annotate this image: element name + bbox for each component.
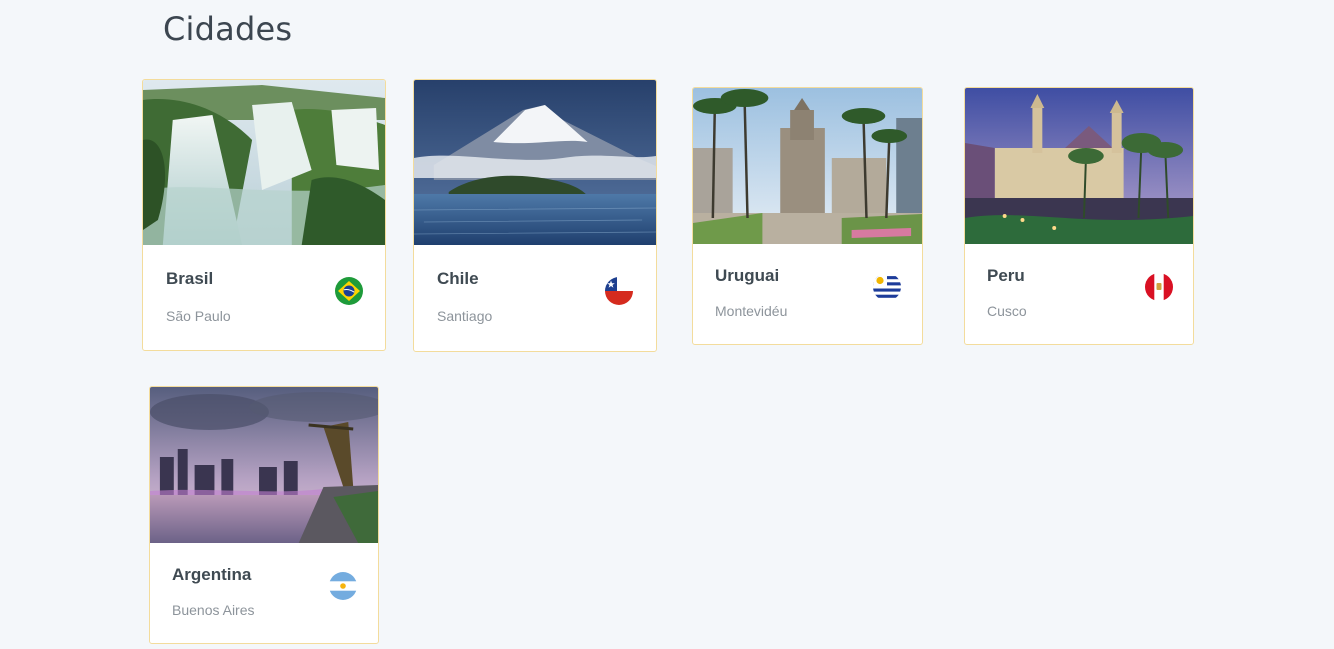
- volcano-lake-photo: [414, 80, 656, 245]
- card-city: Santiago: [437, 308, 493, 324]
- harbor-dusk-photo: [150, 387, 378, 543]
- card-city: Montevidéu: [715, 303, 788, 319]
- city-card-brasil[interactable]: Brasil São Paulo: [142, 79, 386, 351]
- city-square-palms-photo: [693, 88, 922, 244]
- card-city: São Paulo: [166, 308, 231, 324]
- brazil-flag-icon: [335, 277, 363, 305]
- city-card-chile[interactable]: Chile Santiago: [413, 79, 657, 352]
- peru-flag-icon: [1145, 273, 1173, 301]
- chile-flag-icon: [605, 277, 633, 305]
- page-title: Cidades: [163, 10, 293, 48]
- uruguay-flag-icon: [873, 273, 901, 301]
- city-card-argentina[interactable]: Argentina Buenos Aires: [149, 386, 379, 644]
- argentina-flag-icon: [329, 572, 357, 600]
- card-country: Peru: [987, 266, 1025, 285]
- card-country: Argentina: [172, 565, 252, 584]
- waterfalls-photo: [143, 80, 385, 245]
- card-country: Chile: [437, 269, 479, 288]
- city-card-peru[interactable]: Peru Cusco: [964, 87, 1194, 345]
- card-country: Brasil: [166, 269, 214, 288]
- card-city: Cusco: [987, 303, 1027, 319]
- city-card-uruguai[interactable]: Uruguai Montevidéu: [692, 87, 923, 345]
- card-city: Buenos Aires: [172, 602, 255, 618]
- cathedral-plaza-photo: [965, 88, 1193, 244]
- card-country: Uruguai: [715, 266, 780, 285]
